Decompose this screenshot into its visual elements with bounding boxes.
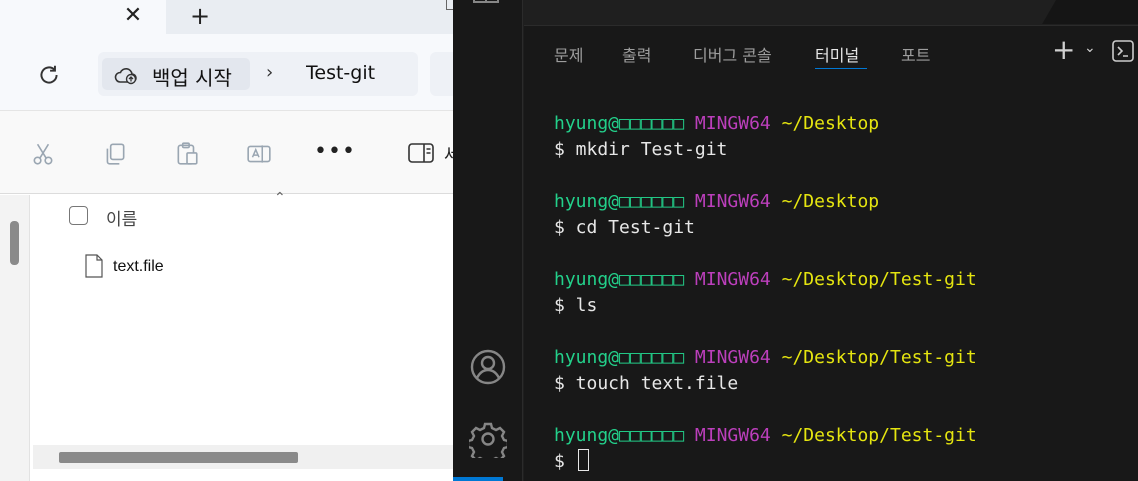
prompt-host: □□□□□□ [619,425,685,446]
prompt-mingw: MINGW64 [694,269,771,290]
prompt-line: hyung@□□□□□□ MINGW64 ~/Desktop/Test-git [554,267,977,293]
terminal-cursor [577,449,589,471]
prompt-line: hyung@□□□□□□ MINGW64 ~/Desktop [554,111,879,137]
editor-area [524,0,1138,26]
horizontal-scrollbar-thumb[interactable] [59,452,298,463]
prompt-path: ~/Desktop/Test-git [781,347,977,368]
prompt-path: ~/Desktop [781,113,880,134]
prompt-host: □□□□□□ [619,269,685,290]
prompt-line: hyung@□□□□□□ MINGW64 ~/Desktop [554,189,879,215]
prompt-mingw: MINGW64 [694,347,771,368]
prompt-user: hyung@ [554,425,620,446]
prompt-mingw: MINGW64 [694,191,771,212]
search-box[interactable] [430,52,453,96]
prompt-path: ~/Desktop/Test-git [781,425,977,446]
breadcrumb[interactable]: 백업 시작 › Test-git [98,52,418,96]
gear-icon[interactable] [469,420,507,458]
prompt-path: ~/Desktop [781,191,880,212]
explorer-tab-bar: ✕ + — [0,0,453,38]
tab-problems[interactable]: 문제 [554,42,583,66]
panel-header: 문제 출력 디버그 콘솔 터미널 포트 + ⌄ [524,26,1138,80]
rename-icon[interactable] [246,141,272,167]
command-line: $ touch text.file [554,373,739,394]
command-line: $ mkdir Test-git [554,139,728,160]
prompt-mingw: MINGW64 [694,113,771,134]
paste-icon[interactable] [174,141,200,167]
maximize-icon[interactable] [446,0,453,10]
command-line: $ [554,451,576,472]
minimize-icon[interactable]: — [378,0,392,6]
prompt-user: hyung@ [554,113,620,134]
cut-icon[interactable] [30,141,56,167]
prompt-host: □□□□□□ [619,191,685,212]
close-tab-button[interactable]: ✕ [120,3,146,29]
explorer-tab[interactable]: ✕ [0,0,166,38]
breadcrumb-separator[interactable]: › [266,62,273,83]
activity-bar [453,0,523,481]
tab-debug-console[interactable]: 디버그 콘솔 [693,42,772,66]
breadcrumb-item-folder[interactable]: Test-git [306,62,378,84]
file-name: text.file [113,258,164,275]
navigation-pane [0,195,30,481]
details-button-label[interactable]: 세 [444,141,453,167]
new-terminal-button[interactable]: + [1052,36,1075,64]
input-line[interactable]: $ [554,449,589,475]
more-options-button[interactable]: ••• [314,139,356,164]
address-bar: 백업 시작 › Test-git [0,34,453,110]
file-explorer-window: ✕ + — 백업 시작 › Test-git [0,0,453,481]
accounts-icon[interactable] [469,348,507,386]
prompt-user: hyung@ [554,269,620,290]
tab-terminal[interactable]: 터미널 [815,42,859,66]
active-indicator [453,477,503,481]
file-list-item[interactable]: text.file [84,254,384,282]
horizontal-scrollbar[interactable] [33,445,453,469]
command-line: $ cd Test-git [554,217,695,238]
sort-caret-icon[interactable]: ⌃ [274,190,286,206]
nav-scrollbar-thumb[interactable] [10,221,19,265]
breadcrumb-home-label: 백업 시작 [152,66,232,90]
prompt-path: ~/Desktop/Test-git [781,269,977,290]
cloud-backup-icon [114,68,137,85]
details-pane-icon[interactable] [408,143,434,163]
refresh-icon[interactable] [36,62,62,88]
prompt-user: hyung@ [554,191,620,212]
prompt-host: □□□□□□ [619,347,685,368]
prompt-mingw: MINGW64 [694,425,771,446]
prompt-user: hyung@ [554,347,620,368]
tab-output[interactable]: 출력 [622,42,651,66]
chevron-down-icon[interactable]: ⌄ [1084,40,1096,56]
copy-icon[interactable] [102,141,128,167]
prompt-line: hyung@□□□□□□ MINGW64 ~/Desktop/Test-git [554,345,977,371]
terminal-icon[interactable] [1112,40,1134,62]
extensions-icon[interactable] [471,0,501,12]
prompt-host: □□□□□□ [619,113,685,134]
active-tab-underline [815,68,867,69]
select-all-checkbox[interactable] [69,206,88,225]
prompt-line: hyung@□□□□□□ MINGW64 ~/Desktop/Test-git [554,423,977,449]
command-line: $ ls [554,295,598,316]
new-tab-button[interactable]: + [187,3,213,29]
tab-ports[interactable]: 포트 [901,42,930,66]
column-header-name[interactable]: 이름 [106,205,137,230]
command-bar: ••• 세 [0,110,453,194]
file-icon [85,254,103,278]
terminal-output[interactable]: hyung@□□□□□□ MINGW64 ~/Desktop $ mkdir T… [524,80,1138,481]
breadcrumb-item-home[interactable]: 백업 시작 [102,58,250,90]
vscode-window: 문제 출력 디버그 콘솔 터미널 포트 + ⌄ hyung@□□□□□□ MIN… [453,0,1138,481]
editor-decoration [1042,0,1138,24]
